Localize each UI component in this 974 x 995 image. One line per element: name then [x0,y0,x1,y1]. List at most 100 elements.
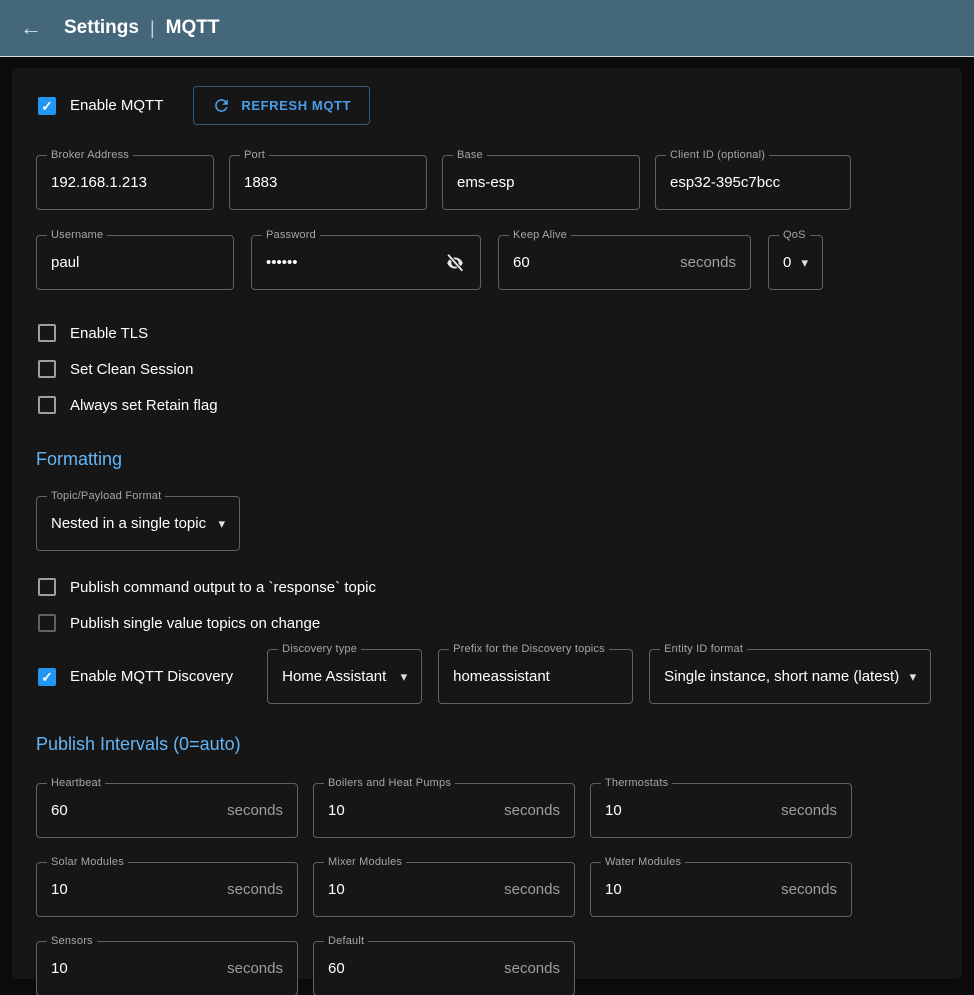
entity-id-format-select[interactable]: Entity ID format Single instance, short … [649,649,931,704]
broker-address-input[interactable] [51,174,199,191]
default-interval-field[interactable]: Default seconds [313,941,575,995]
check-icon: ✓ [41,670,53,684]
username-field[interactable]: Username [36,235,234,290]
boilers-interval-field[interactable]: Boilers and Heat Pumps seconds [313,783,575,838]
enable-mqtt-discovery-checkbox[interactable]: ✓ Enable MQTT Discovery [36,659,251,695]
fields-row-1: Broker Address Port Base Client ID (opti… [36,155,938,210]
heartbeat-label: Heartbeat [47,777,105,789]
keep-alive-input[interactable] [513,254,672,271]
discovery-type-label: Discovery type [278,643,361,655]
publish-response-checkbox[interactable]: Publish command output to a `response` t… [36,569,938,605]
solar-input[interactable] [51,881,219,898]
page-title-mqtt: MQTT [166,17,220,39]
discovery-type-select[interactable]: Discovery type Home Assistant ▾ [267,649,422,704]
dropdown-caret-icon: ▾ [218,516,225,532]
port-field[interactable]: Port [229,155,427,210]
checkbox-checked-icon: ✓ [38,668,56,686]
seconds-suffix: seconds [504,802,560,819]
keep-alive-label: Keep Alive [509,229,571,241]
app-header: ← Settings | MQTT [0,0,974,57]
client-id-field[interactable]: Client ID (optional) [655,155,851,210]
default-label: Default [324,935,368,947]
qos-value: 0 [783,254,791,271]
mixer-label: Mixer Modules [324,856,406,868]
base-input[interactable] [457,174,625,191]
solar-label: Solar Modules [47,856,128,868]
water-input[interactable] [605,881,773,898]
topic-payload-format-select[interactable]: Topic/Payload Format Nested in a single … [36,496,240,551]
refresh-mqtt-button[interactable]: REFRESH MQTT [193,86,370,125]
seconds-suffix: seconds [227,881,283,898]
checkbox-unchecked-icon [38,396,56,414]
base-label: Base [453,149,487,161]
username-label: Username [47,229,107,241]
water-interval-field[interactable]: Water Modules seconds [590,862,852,917]
page-title-settings: Settings [64,17,139,39]
port-input[interactable] [244,174,412,191]
seconds-suffix: seconds [781,802,837,819]
seconds-suffix: seconds [504,960,560,977]
solar-interval-field[interactable]: Solar Modules seconds [36,862,298,917]
publish-single-value-checkbox[interactable]: Publish single value topics on change [36,605,938,641]
publish-intervals-grid: Heartbeat seconds Boilers and Heat Pumps… [36,783,938,995]
enable-tls-label: Enable TLS [70,325,148,342]
seconds-suffix: seconds [504,881,560,898]
formatting-checkboxes: Publish command output to a `response` t… [36,569,938,641]
checkbox-unchecked-icon [38,360,56,378]
checkbox-unchecked-icon [38,324,56,342]
client-id-input[interactable] [670,174,836,191]
mixer-interval-field[interactable]: Mixer Modules seconds [313,862,575,917]
toggle-password-visibility-button[interactable] [444,252,466,274]
seconds-suffix: seconds [227,802,283,819]
enable-mqtt-label: Enable MQTT [70,97,163,114]
base-field[interactable]: Base [442,155,640,210]
thermostats-interval-field[interactable]: Thermostats seconds [590,783,852,838]
discovery-prefix-field[interactable]: Prefix for the Discovery topics [438,649,633,704]
qos-select[interactable]: QoS 0 ▾ [768,235,823,290]
password-field[interactable]: Password [251,235,481,290]
retain-flag-label: Always set Retain flag [70,397,218,414]
broker-address-field[interactable]: Broker Address [36,155,214,210]
seconds-suffix: seconds [781,881,837,898]
seconds-suffix: seconds [227,960,283,977]
set-clean-session-label: Set Clean Session [70,361,193,378]
default-input[interactable] [328,960,496,977]
title-separator: | [150,18,155,39]
checkbox-unchecked-icon [38,614,56,632]
water-label: Water Modules [601,856,685,868]
eye-off-icon [444,252,466,274]
mixer-input[interactable] [328,881,496,898]
topic-payload-format-label: Topic/Payload Format [47,490,165,502]
dropdown-caret-icon: ▾ [401,669,408,685]
set-clean-session-checkbox[interactable]: Set Clean Session [36,351,938,387]
top-row: ✓ Enable MQTT REFRESH MQTT [36,86,938,125]
qos-label: QoS [779,229,810,241]
thermostats-input[interactable] [605,802,773,819]
mqtt-settings-card: ✓ Enable MQTT REFRESH MQTT Broker Addres… [12,68,962,979]
enable-mqtt-checkbox[interactable]: ✓ Enable MQTT [36,88,165,124]
sensors-input[interactable] [51,960,219,977]
client-id-label: Client ID (optional) [666,149,769,161]
discovery-type-value: Home Assistant [282,668,390,685]
check-icon: ✓ [41,99,53,113]
dropdown-caret-icon: ▾ [801,255,808,271]
retain-flag-checkbox[interactable]: Always set Retain flag [36,387,938,423]
keep-alive-suffix: seconds [680,254,736,271]
tls-session-retain-checkboxes: Enable TLS Set Clean Session Always set … [36,315,938,423]
boilers-input[interactable] [328,802,496,819]
discovery-prefix-input[interactable] [453,668,618,685]
username-input[interactable] [51,254,219,271]
heartbeat-interval-field[interactable]: Heartbeat seconds [36,783,298,838]
enable-tls-checkbox[interactable]: Enable TLS [36,315,938,351]
heartbeat-input[interactable] [51,802,219,819]
discovery-row: ✓ Enable MQTT Discovery Discovery type H… [36,649,938,704]
keep-alive-field[interactable]: Keep Alive seconds [498,235,751,290]
entity-id-format-value: Single instance, short name (latest) [664,668,899,685]
discovery-prefix-label: Prefix for the Discovery topics [449,643,609,655]
sensors-interval-field[interactable]: Sensors seconds [36,941,298,995]
back-arrow-icon[interactable]: ← [20,17,42,39]
password-input[interactable] [266,254,438,271]
publish-single-value-label: Publish single value topics on change [70,615,320,632]
checkbox-checked-icon: ✓ [38,97,56,115]
boilers-label: Boilers and Heat Pumps [324,777,455,789]
